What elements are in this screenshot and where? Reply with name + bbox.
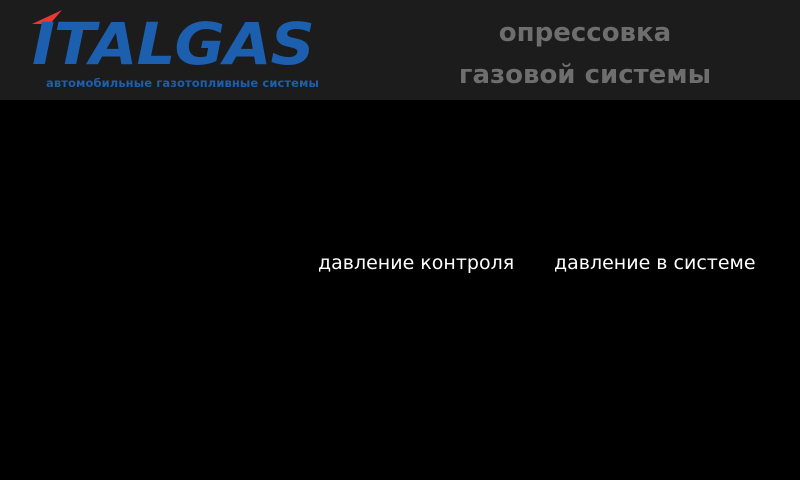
header-bar: ITALGAS автомобильные газотопливные сист… (0, 0, 800, 100)
logo-tagline: автомобильные газотопливные системы (46, 76, 320, 90)
system-pressure-label: давление в системе (554, 252, 756, 274)
page-title-line-2: газовой системы (458, 60, 712, 90)
control-pressure-label: давление контроля (318, 252, 515, 274)
italgas-logo: ITALGAS автомобильные газотопливные сист… (32, 8, 362, 94)
page-title: опрессовка газовой системы (420, 12, 750, 96)
logo-wordmark: ITALGAS (32, 10, 315, 78)
page-title-line-1: опрессовка (498, 18, 672, 48)
